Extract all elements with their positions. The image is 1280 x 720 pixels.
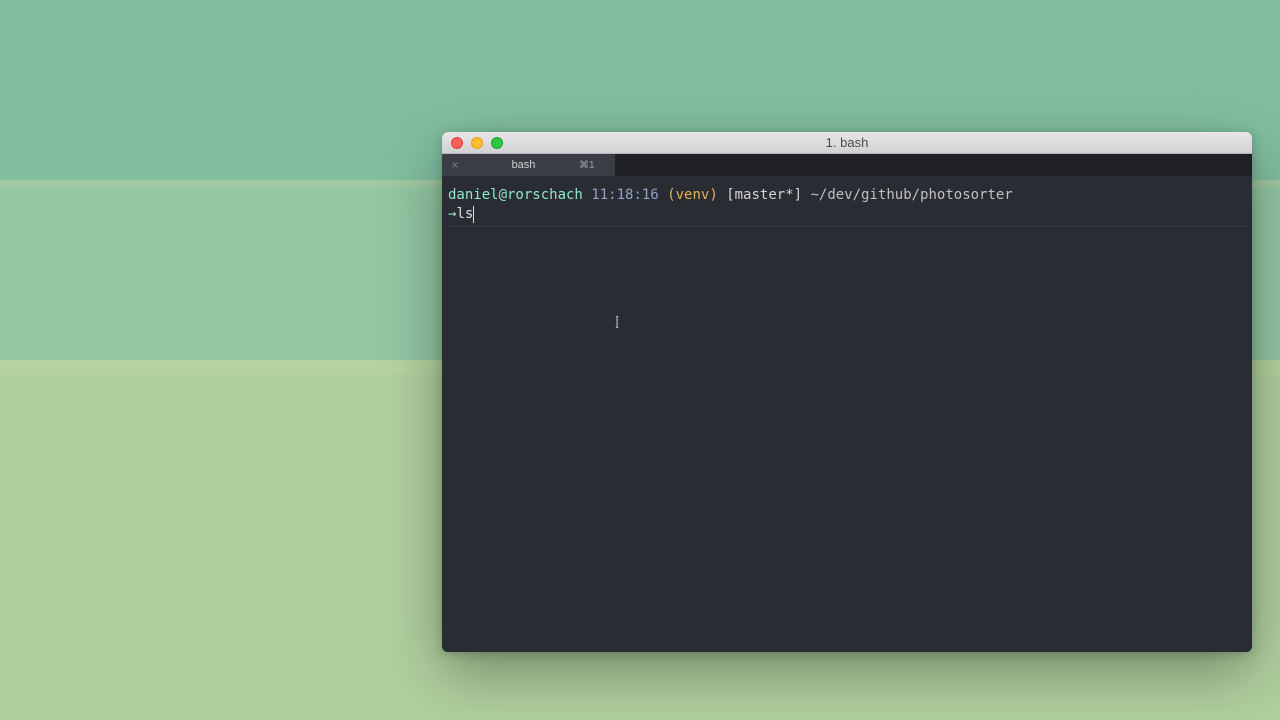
minimize-window-button[interactable] xyxy=(471,137,483,149)
prompt-venv: (venv) xyxy=(667,187,718,203)
terminal-body[interactable]: daniel@rorschach 11:18:16 (venv) [master… xyxy=(442,176,1252,652)
tab-label: bash xyxy=(468,159,579,171)
mouse-ibeam-cursor: I xyxy=(615,310,619,334)
text-caret xyxy=(473,206,474,223)
prompt-divider xyxy=(448,226,1246,227)
titlebar[interactable]: 1. bash xyxy=(442,132,1252,154)
maximize-window-button[interactable] xyxy=(491,137,503,149)
window-title: 1. bash xyxy=(826,135,869,150)
prompt-line: daniel@rorschach 11:18:16 (venv) [master… xyxy=(448,186,1246,205)
tab-bash[interactable]: × bash ⌘1 xyxy=(442,154,616,176)
command-text: ls xyxy=(456,205,473,224)
tab-shortcut: ⌘1 xyxy=(579,160,615,171)
prompt-arrow-icon: → xyxy=(448,205,456,224)
prompt-path: ~/dev/github/photosorter xyxy=(810,187,1012,203)
prompt-branch: [master*] xyxy=(726,187,802,203)
tab-bar: × bash ⌘1 xyxy=(442,154,1252,176)
prompt-time: 11:18:16 xyxy=(591,187,658,203)
command-input-row[interactable]: → ls xyxy=(448,205,1246,224)
close-window-button[interactable] xyxy=(451,137,463,149)
prompt-user-host: daniel@rorschach xyxy=(448,187,583,203)
terminal-window: 1. bash × bash ⌘1 daniel@rorschach 11:18… xyxy=(442,132,1252,652)
traffic-lights xyxy=(442,137,503,149)
close-tab-icon[interactable]: × xyxy=(442,158,468,172)
